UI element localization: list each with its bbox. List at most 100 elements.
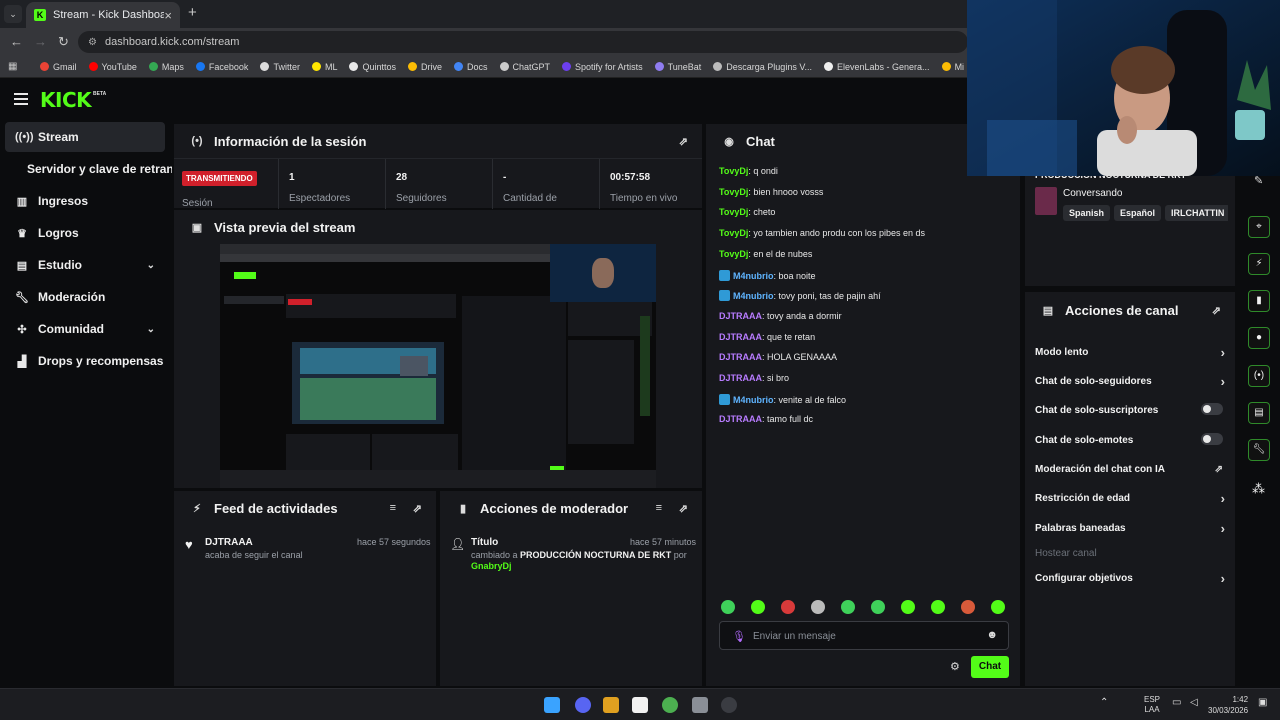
chat-username[interactable]: DJTRAAA [719,352,762,362]
chat-username[interactable]: DJTRAAA [719,311,762,321]
bookmark-item[interactable]: Quinttos [349,62,396,72]
channel-action-row[interactable]: Chat de solo-emotes [1035,433,1225,446]
volume-icon[interactable]: ◁ [1190,697,1198,708]
clock[interactable]: 1:42 30/03/2026 [1208,694,1248,716]
channel-action-row[interactable]: Chat de solo-suscriptores [1035,403,1225,416]
broadcast-icon[interactable]: (•) [1248,365,1270,387]
notifications-icon[interactable]: ▣ [1258,697,1267,708]
tab-list-button[interactable]: ⌄ [4,5,22,23]
bookmark-item[interactable]: Docs [454,62,488,72]
bookmark-item[interactable]: ChatGPT [499,62,550,72]
hamburger-menu-icon[interactable] [14,93,28,105]
stream-category[interactable]: Conversando [1063,188,1122,199]
sidebar-item-estudio[interactable]: ▤ Estudio ⌄ [5,250,165,280]
feed-user[interactable]: DJTRAAA [205,537,253,548]
chat-username[interactable]: TovyDj [719,207,748,217]
chat-username[interactable]: TovyDj [719,249,748,259]
fl-studio-icon[interactable] [603,697,619,713]
channel-action-row[interactable]: Restricción de edad › [1035,491,1225,506]
emote-icon[interactable] [901,600,915,614]
bookmark-item[interactable]: Facebook [195,62,248,72]
chat-username[interactable]: DJTRAAA [719,332,762,342]
sidebar-item-comunidad[interactable]: ✣ Comunidad ⌄ [5,314,165,344]
back-arrow-icon[interactable]: ← [10,34,23,49]
tag-espanol[interactable]: Español [1114,205,1162,221]
microphone-icon[interactable]: 🎙︎ [732,630,746,643]
wrench-icon[interactable]: 🔧︎ [1248,439,1270,461]
sidebar-item-moderacion[interactable]: 🔧︎ Moderación [5,282,165,312]
chat-username[interactable]: DJTRAAA [719,414,762,424]
emote-icon[interactable] [811,600,825,614]
sidebar-item-ingresos[interactable]: ▥ Ingresos [5,186,165,216]
send-chat-button[interactable]: Chat [971,656,1009,678]
filter-icon[interactable]: ≡ [656,502,662,514]
capcut-icon[interactable] [632,697,648,713]
bolt-icon[interactable]: ⚡︎ [1248,253,1270,275]
network-icon[interactable]: ▭ [1172,697,1181,708]
bookmark-item[interactable]: ML [311,62,337,72]
emote-icon[interactable] [991,600,1005,614]
chevron-up-icon[interactable]: ⌃ [1100,697,1108,708]
reload-icon[interactable]: ↻ [58,34,69,50]
bookmark-item[interactable]: Descarga Plugins V... [713,62,812,72]
channel-action-row[interactable]: Moderación del chat con IA ⇗ [1035,464,1225,475]
community-icon[interactable]: ⁂ [1252,481,1265,497]
bookmark-item[interactable]: YouTube [88,62,137,72]
forward-arrow-icon[interactable]: → [34,34,47,49]
document-icon[interactable]: ▮ [1248,290,1270,312]
browser-tab-active[interactable]: K Stream - Kick Dashboard × [26,2,180,28]
toggle-switch[interactable] [1201,403,1223,415]
chat-username[interactable]: TovyDj [719,166,748,176]
chat-username[interactable]: DJTRAAA [719,373,762,383]
chat-username[interactable]: M4nubrio [733,271,774,281]
sidebar-item-stream[interactable]: ((•)) Stream [5,122,165,152]
filter-icon[interactable]: ≡ [390,502,396,514]
bookmark-item[interactable]: Maps [148,62,184,72]
sidebar-item-logros[interactable]: ♛ Logros [5,218,165,248]
close-tab-icon[interactable]: × [164,8,172,23]
bookmark-item[interactable]: Gmail [40,62,77,72]
bookmark-item[interactable]: ElevenLabs - Genera... [824,62,930,72]
popout-icon[interactable]: ⇗ [679,135,688,148]
popout-icon[interactable]: ⇗ [413,502,422,515]
chat-username[interactable]: M4nubrio [733,291,774,301]
stream-preview-video[interactable] [220,244,656,488]
channel-action-row[interactable]: Palabras baneadas › [1035,521,1225,536]
tag-irlchattin[interactable]: IRLCHATTIN [1165,205,1228,221]
target-icon[interactable]: ⌖ [1248,216,1270,238]
popout-icon[interactable]: ⇗ [1212,304,1221,317]
tag-spanish[interactable]: Spanish [1063,205,1111,221]
sidebar-item-server-key[interactable]: Servidor y clave de retransmisión [5,154,172,184]
category-thumbnail[interactable] [1035,187,1057,215]
channel-action-row[interactable]: Modo lento › [1035,345,1225,360]
calculator-icon[interactable] [692,697,708,713]
emoji-icon[interactable]: ☻ [986,629,998,641]
language-indicator[interactable]: ESP LAA [1144,695,1160,715]
bookmark-item[interactable]: Spotify for Artists [562,62,643,72]
mod-entry-user[interactable]: GnabryDj [471,561,512,571]
chat-bubble-icon[interactable]: ● [1248,327,1270,349]
address-bar[interactable]: ⚙ dashboard.kick.com/stream [78,31,968,53]
emote-icon[interactable] [961,600,975,614]
windows-start-icon[interactable] [544,697,560,713]
chrome-icon[interactable] [662,697,678,713]
channel-action-row[interactable]: Configurar objetivos › [1035,571,1225,586]
channel-action-row[interactable]: Chat de solo-seguidores › [1035,374,1225,389]
chat-username[interactable]: TovyDj [719,228,748,238]
popout-icon[interactable]: ⇗ [679,502,688,515]
emote-icon[interactable] [841,600,855,614]
emote-icon[interactable] [721,600,735,614]
site-info-icon[interactable]: ⚙ [88,37,97,48]
sidebar-item-drops[interactable]: ▟ Drops y recompensas [5,346,165,376]
bookmark-item[interactable]: TuneBat [654,62,701,72]
chat-username[interactable]: TovyDj [719,187,748,197]
emote-icon[interactable] [871,600,885,614]
emote-icon[interactable] [931,600,945,614]
gear-icon[interactable]: ⚙ [950,660,960,673]
toggle-switch[interactable] [1201,433,1223,445]
apps-grid-icon[interactable]: ▦ [8,61,20,72]
bookmark-item[interactable]: Drive [408,62,442,72]
layout-icon[interactable]: ▤ [1248,402,1270,424]
new-tab-button[interactable]: + [188,4,197,21]
chat-username[interactable]: M4nubrio [733,395,774,405]
